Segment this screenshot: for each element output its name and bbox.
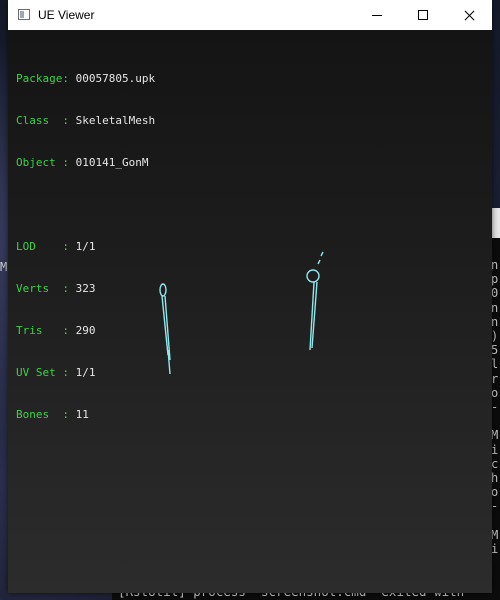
console-text: n p 0 n n ) 5 l r o - M i c h o - M i — [491, 258, 499, 557]
bone-joint — [306, 269, 320, 283]
3d-viewport[interactable]: Package: 00057805.upk Class : SkeletalMe… — [8, 30, 492, 593]
maximize-button[interactable] — [400, 0, 446, 30]
minimize-button[interactable] — [354, 0, 400, 30]
window-title: UE Viewer — [38, 8, 95, 22]
title-bar[interactable]: UE Viewer — [8, 0, 492, 30]
close-button[interactable] — [446, 0, 492, 30]
window-app-icon[interactable] — [18, 9, 30, 20]
bone-line — [317, 259, 321, 265]
bone-joint — [159, 283, 167, 297]
background-window-text: M — [0, 260, 8, 274]
ue-viewer-window: UE Viewer Package: 00057805.upk Class : … — [8, 0, 492, 593]
bone-line — [320, 251, 324, 257]
skeletal-mesh-render — [159, 251, 324, 375]
